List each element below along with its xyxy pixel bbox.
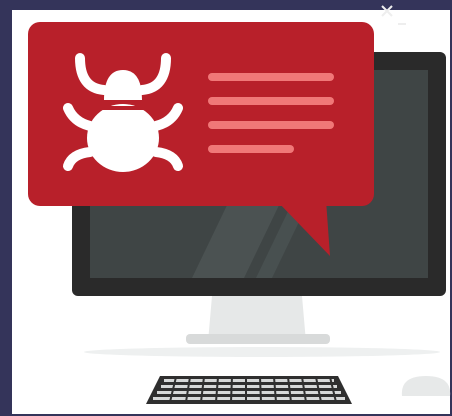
monitor-stand-base: [186, 334, 330, 344]
desk-shadow: [84, 347, 440, 357]
scene: [0, 0, 452, 416]
mouse-icon: [401, 376, 451, 396]
sparkle-decoration: [381, 5, 406, 25]
illustration: [28, 5, 451, 404]
keyboard-icon: [146, 376, 352, 404]
